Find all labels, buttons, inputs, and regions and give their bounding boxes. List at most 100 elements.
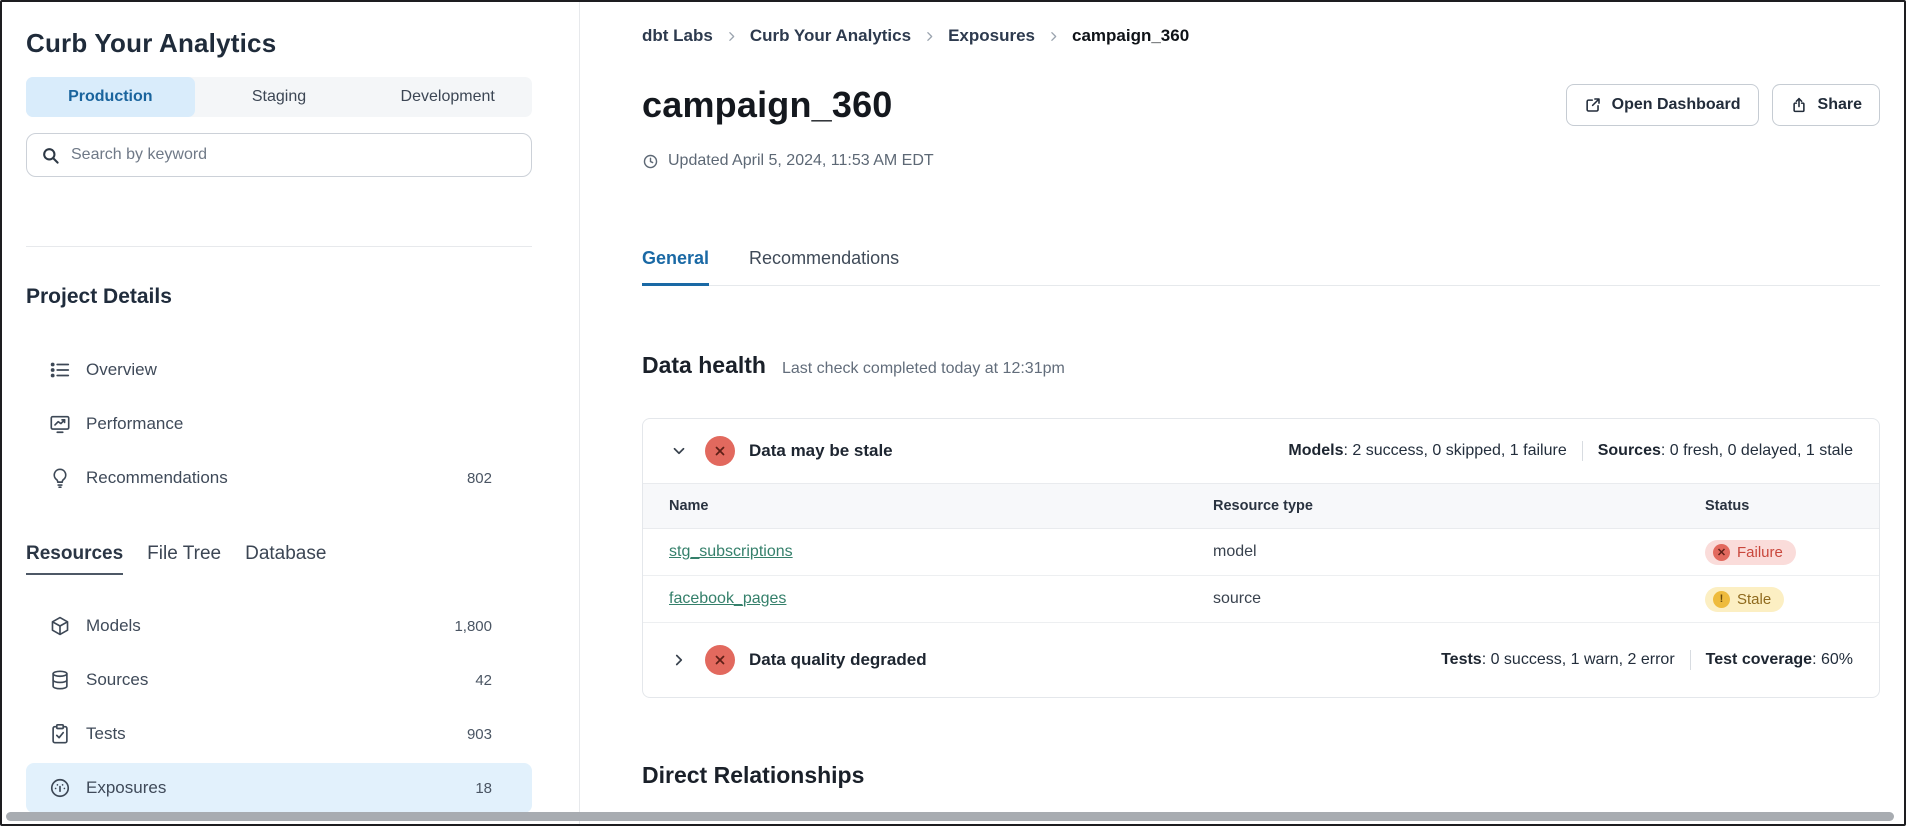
quality-section-stats: Tests: 0 success, 1 warn, 2 error Test c… [1441,650,1853,670]
tab-resources[interactable]: Resources [26,543,123,575]
coverage-stats: Test coverage: 60% [1706,651,1853,669]
breadcrumb-current: campaign_360 [1072,26,1189,46]
resource-link-facebook-pages[interactable]: facebook_pages [669,590,786,607]
sidebar-item-label: Overview [86,360,157,380]
resource-type: model [1213,543,1705,561]
chevron-right-icon [725,30,738,43]
column-header-name: Name [669,498,1213,514]
sources-stats: Sources: 0 fresh, 0 delayed, 1 stale [1598,442,1853,460]
status-badge-stale: ! Stale [1705,587,1784,612]
env-tab-staging[interactable]: Staging [195,77,364,117]
sidebar-item-overview[interactable]: Overview [26,345,532,395]
list-icon [49,359,71,381]
breadcrumb-project[interactable]: Curb Your Analytics [750,26,911,46]
share-button[interactable]: Share [1772,84,1880,126]
search-input[interactable] [71,146,517,164]
models-stats: Models: 2 success, 0 skipped, 1 failure [1288,442,1566,460]
sidebar-item-label: Performance [86,414,183,434]
sidebar-view-tabs: Resources File Tree Database [26,543,532,575]
sidebar-divider [26,246,532,247]
page-title: campaign_360 [642,84,893,126]
search-icon [41,146,60,165]
error-x-circle-icon [705,436,735,466]
column-header-status: Status [1705,498,1853,514]
sidebar-item-label: Tests [86,724,126,744]
open-dashboard-button[interactable]: Open Dashboard [1566,84,1759,126]
tab-database[interactable]: Database [245,543,326,575]
stale-section-row[interactable]: Data may be stale Models: 2 success, 0 s… [643,419,1879,483]
sidebar-item-count: 42 [475,672,492,689]
stale-section-title: Data may be stale [749,441,893,461]
sidebar-item-exposures[interactable]: Exposures 18 [26,763,532,813]
sidebar-project-title: Curb Your Analytics [26,28,532,59]
chevron-right-icon[interactable] [669,650,689,670]
environment-tabs: Production Staging Development [26,77,532,117]
updated-timestamp: Updated April 5, 2024, 11:53 AM EDT [642,152,1880,170]
tab-recommendations[interactable]: Recommendations [749,248,899,286]
sidebar-item-count: 802 [467,470,492,487]
x-circle-icon: ✕ [1713,544,1730,561]
main-content: dbt Labs Curb Your Analytics Exposures c… [580,2,1904,824]
env-tab-production[interactable]: Production [26,77,195,117]
chevron-down-icon[interactable] [669,441,689,461]
share-icon [1790,96,1808,114]
error-x-circle-icon [705,645,735,675]
stale-section-stats: Models: 2 success, 0 skipped, 1 failure … [1288,441,1853,461]
chevron-right-icon [1047,30,1060,43]
tab-file-tree[interactable]: File Tree [147,543,221,575]
header-actions: Open Dashboard Share [1566,84,1880,126]
table-header: Name Resource type Status [643,483,1879,529]
sidebar-item-count: 1,800 [454,618,492,635]
quality-section-row[interactable]: Data quality degraded Tests: 0 success, … [643,623,1879,697]
project-details-heading: Project Details [26,285,532,309]
updated-text: Updated April 5, 2024, 11:53 AM EDT [668,152,934,170]
table-row: stg_subscriptions model ✕ Failure [643,529,1879,576]
sidebar-item-label: Recommendations [86,468,228,488]
sidebar-item-recommendations[interactable]: Recommendations 802 [26,453,532,503]
performance-chart-icon [49,413,71,435]
chevron-right-icon [923,30,936,43]
sidebar-item-count: 18 [475,780,492,797]
sidebar-item-performance[interactable]: Performance [26,399,532,449]
tests-stats: Tests: 0 success, 1 warn, 2 error [1441,651,1675,669]
open-dashboard-label: Open Dashboard [1612,96,1741,114]
clipboard-check-icon [49,723,71,745]
lightbulb-icon [49,467,71,489]
sidebar-item-tests[interactable]: Tests 903 [26,709,532,759]
share-label: Share [1818,96,1862,114]
clock-icon [642,153,659,170]
horizontal-scrollbar[interactable] [6,812,1894,821]
data-health-card: Data may be stale Models: 2 success, 0 s… [642,418,1880,698]
sidebar-item-models[interactable]: Models 1,800 [26,601,532,651]
divider [1690,650,1691,670]
column-header-resource-type: Resource type [1213,498,1705,514]
direct-relationships-heading: Direct Relationships [642,762,1880,789]
sidebar-item-count: 903 [467,726,492,743]
app-window: Curb Your Analytics Production Staging D… [0,0,1906,826]
search-box[interactable] [26,133,532,177]
external-link-icon [1584,96,1602,114]
data-health-heading: Data health Last check completed today a… [642,352,1880,379]
data-health-title: Data health [642,352,766,379]
resource-type: source [1213,590,1705,608]
detail-tabs: General Recommendations [642,248,1880,286]
sidebar-item-sources[interactable]: Sources 42 [26,655,532,705]
sidebar: Curb Your Analytics Production Staging D… [2,2,580,824]
exclamation-circle-icon: ! [1713,591,1730,608]
sidebar-item-label: Sources [86,670,148,690]
env-tab-development[interactable]: Development [363,77,532,117]
resource-link-stg-subscriptions[interactable]: stg_subscriptions [669,543,793,560]
sidebar-item-label: Exposures [86,778,166,798]
breadcrumb-exposures[interactable]: Exposures [948,26,1035,46]
gauge-icon [49,777,71,799]
resources-nav: Models 1,800 Sources 42 Tests [26,601,532,813]
quality-section-title: Data quality degraded [749,650,927,670]
divider [1582,441,1583,461]
sidebar-item-label: Models [86,616,141,636]
tab-general[interactable]: General [642,248,709,286]
status-badge-failure: ✕ Failure [1705,540,1796,565]
title-row: campaign_360 Open Dashboard [642,84,1880,126]
breadcrumb-account[interactable]: dbt Labs [642,26,713,46]
database-icon [49,669,71,691]
cube-icon [49,615,71,637]
